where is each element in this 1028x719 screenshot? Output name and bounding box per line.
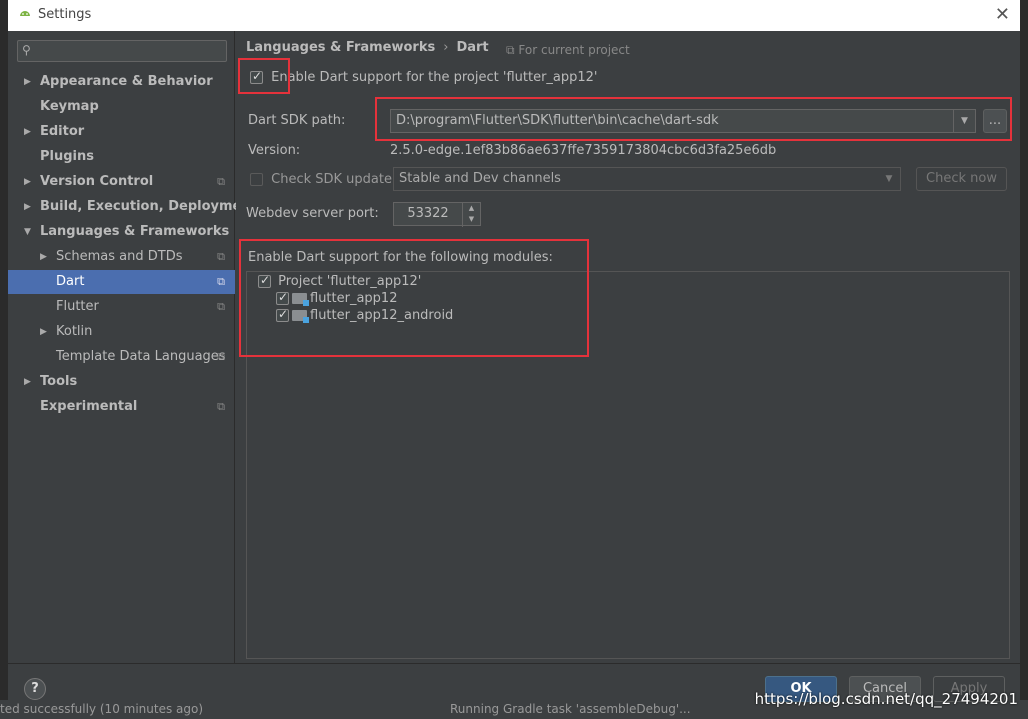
sidebar-item-flutter[interactable]: Flutter ⧉ xyxy=(8,295,235,319)
chevron-down-icon[interactable]: ▼ xyxy=(878,168,900,190)
scope-indicator: ⧉ For current project xyxy=(506,43,630,58)
search-input[interactable]: ⚲ xyxy=(17,40,227,62)
project-scope-icon: ⧉ xyxy=(217,400,225,413)
sidebar-item-languages-frameworks[interactable]: ▼ Languages & Frameworks xyxy=(8,220,235,244)
chevron-right-icon[interactable]: ▶ xyxy=(40,320,47,344)
version-value: 2.5.0-edge.1ef83b86ae637ffe7359173804cbc… xyxy=(390,143,777,158)
sidebar-item-label: Editor xyxy=(40,124,85,139)
project-scope-icon: ⧉ xyxy=(217,250,225,263)
project-scope-icon: ⧉ xyxy=(506,43,515,57)
webdev-port-label: Webdev server port: xyxy=(246,206,379,221)
sidebar-item-editor[interactable]: ▶ Editor xyxy=(8,120,235,144)
sidebar-item-label: Schemas and DTDs xyxy=(56,249,183,264)
sidebar-item-label: Flutter xyxy=(56,299,99,314)
highlight-box-sdk xyxy=(375,97,1012,141)
sidebar-item-build-execution-deployment[interactable]: ▶ Build, Execution, Deployment xyxy=(8,195,257,219)
title-bar: Settings ✕ xyxy=(8,0,1020,31)
check-update-row[interactable]: Check SDK update: xyxy=(250,172,396,187)
chevron-right-icon[interactable]: ▶ xyxy=(24,70,31,94)
highlight-box-enable xyxy=(238,58,290,94)
chevron-right-icon[interactable]: ▶ xyxy=(24,195,31,219)
chevron-right-icon[interactable]: ▶ xyxy=(40,245,47,269)
sidebar-item-kotlin[interactable]: ▶ Kotlin xyxy=(8,320,235,344)
project-scope-icon: ⧉ xyxy=(217,275,225,288)
sidebar-item-appearance-behavior[interactable]: ▶ Appearance & Behavior xyxy=(8,70,235,94)
check-now-button[interactable]: Check now xyxy=(916,167,1007,191)
window-title: Settings xyxy=(38,7,92,22)
sidebar-item-label: Languages & Frameworks xyxy=(40,224,230,239)
enable-dart-label: Enable Dart support for the project 'flu… xyxy=(271,70,598,85)
settings-content: Languages & Frameworks › Dart ⧉ For curren… xyxy=(236,31,1020,663)
project-scope-icon: ⧉ xyxy=(217,350,225,363)
project-scope-icon: ⧉ xyxy=(217,300,225,313)
sidebar-item-template-data-languages[interactable]: Template Data Languages ⧉ xyxy=(8,345,235,369)
project-scope-icon: ⧉ xyxy=(217,175,225,188)
help-button[interactable]: ? xyxy=(24,678,46,700)
chevron-right-icon[interactable]: ▶ xyxy=(24,120,31,144)
spinner-arrows-icon[interactable]: ▲ ▼ xyxy=(462,203,480,227)
sidebar-item-plugins[interactable]: Plugins xyxy=(8,145,235,169)
webdev-port-value: 53322 xyxy=(407,206,449,221)
sidebar-item-label: Template Data Languages xyxy=(56,349,226,364)
watermark: https://blog.csdn.net/qq_27494201 xyxy=(754,690,1018,708)
sidebar-item-schemas-and-dtds[interactable]: ▶ Schemas and DTDs ⧉ xyxy=(8,245,235,269)
ide-background-left xyxy=(0,0,8,719)
ide-status-left: ted successfully (10 minutes ago) xyxy=(0,702,204,716)
sidebar-item-dart[interactable]: Dart ⧉ xyxy=(8,270,235,294)
update-channel-value: Stable and Dev channels xyxy=(399,171,561,186)
sidebar-item-label: Version Control xyxy=(40,174,154,189)
android-icon xyxy=(20,11,30,16)
breadcrumb-item-dart: Dart xyxy=(456,40,489,55)
close-icon[interactable]: ✕ xyxy=(995,4,1010,25)
sidebar-item-label: Keymap xyxy=(40,99,99,114)
check-update-label: Check SDK update: xyxy=(271,172,397,187)
sidebar-item-version-control[interactable]: ▶ Version Control ⧉ xyxy=(8,170,235,194)
sidebar-item-label: Dart xyxy=(56,274,85,289)
chevron-right-icon[interactable]: ▶ xyxy=(24,370,31,394)
sidebar-item-experimental[interactable]: Experimental ⧉ xyxy=(8,395,235,419)
breadcrumb: Languages & Frameworks › Dart xyxy=(246,40,489,55)
settings-sidebar: ⚲ ▶ Appearance & Behavior Keymap ▶ Editor Plu… xyxy=(8,31,257,663)
chevron-right-icon[interactable]: ▶ xyxy=(24,170,31,194)
sidebar-item-keymap[interactable]: Keymap xyxy=(8,95,235,119)
chevron-down-icon[interactable]: ▼ xyxy=(24,220,31,244)
ide-background-right xyxy=(1020,0,1028,719)
webdev-port-spinner[interactable]: 53322 ▲ ▼ xyxy=(393,202,481,227)
breadcrumb-item-languages: Languages & Frameworks xyxy=(246,40,436,55)
scope-label: For current project xyxy=(518,43,630,57)
ide-status-center: Running Gradle task 'assembleDebug'... xyxy=(450,702,691,716)
enable-dart-row[interactable]: Enable Dart support for the project 'flu… xyxy=(250,69,598,85)
sidebar-item-tools[interactable]: ▶ Tools xyxy=(8,370,235,394)
sidebar-item-label: Plugins xyxy=(40,149,94,164)
search-icon: ⚲ xyxy=(22,43,31,57)
sidebar-item-label: Kotlin xyxy=(56,324,93,339)
highlight-box-modules xyxy=(239,239,589,357)
sidebar-item-label: Experimental xyxy=(40,399,138,414)
sidebar-item-label: Appearance & Behavior xyxy=(40,74,213,89)
version-label: Version: xyxy=(248,143,301,158)
update-channel-select[interactable]: Stable and Dev channels ▼ xyxy=(393,167,901,191)
sidebar-item-label: Tools xyxy=(40,374,78,389)
sdk-path-label: Dart SDK path: xyxy=(248,113,346,128)
check-update-checkbox[interactable] xyxy=(250,173,263,186)
sidebar-item-label: Build, Execution, Deployment xyxy=(40,199,257,214)
